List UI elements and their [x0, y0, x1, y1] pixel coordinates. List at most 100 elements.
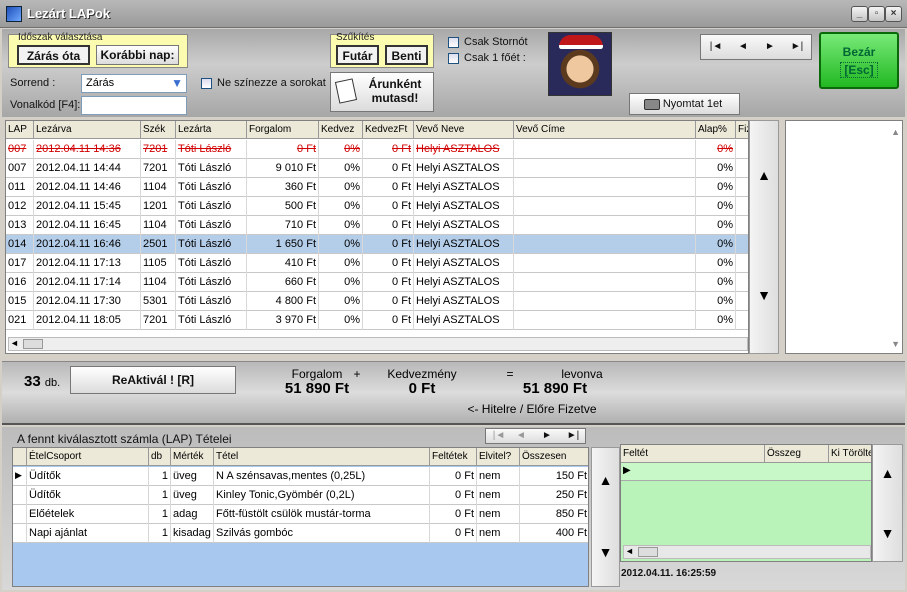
cell-turnover: 9 010 Ft [247, 159, 319, 178]
item-row[interactable]: Napi ajánlat 1 kisadag Szilvás gombóc 0 Ft ne… [13, 524, 588, 543]
column-header[interactable]: LAP [6, 121, 34, 139]
side-scroll-down-icon[interactable]: ▼ [891, 339, 900, 349]
column-header[interactable]: Feltét [621, 445, 765, 463]
cell-turnover: 4 800 Ft [247, 292, 319, 311]
extras-scroll-up-icon[interactable]: ▲ [873, 465, 902, 481]
column-header[interactable]: Ki Törölte [829, 445, 871, 463]
column-header[interactable]: Tétel [214, 448, 430, 466]
inside-button[interactable]: Benti [385, 45, 428, 65]
extras-scroll-thumb[interactable] [638, 547, 658, 557]
cell-unit: üveg [171, 486, 214, 505]
minimize-button[interactable]: _ [851, 6, 868, 22]
column-header[interactable]: Összeg [765, 445, 829, 463]
cell-turnover: 410 Ft [247, 254, 319, 273]
close-button-line2: [Esc] [840, 62, 878, 78]
scroll-thumb[interactable] [23, 339, 43, 349]
table-row[interactable]: 012 2012.04.11 15:45 1201 Tóti László 500 Ft… [6, 197, 748, 216]
horizontal-scrollbar[interactable]: ◄ [8, 337, 748, 351]
table-row[interactable]: 016 2012.04.11 17:14 1104 Tóti László 660 Ft… [6, 273, 748, 292]
item-row[interactable]: ▶ Üdítők 1 üveg N A szénsavas,mentes (0,25L)… [13, 467, 588, 486]
cell-by: Tóti László [176, 159, 247, 178]
cell-disc: 0% [319, 311, 363, 330]
column-header[interactable]: Lezárva [34, 121, 141, 139]
barcode-input[interactable] [81, 96, 187, 115]
prev-record-button[interactable]: ◄ [730, 38, 756, 56]
scroll-up-icon[interactable]: ▲ [750, 167, 778, 183]
items-scroll-down-icon[interactable]: ▼ [592, 544, 619, 560]
table-row[interactable]: 017 2012.04.11 17:13 1105 Tóti László 410 Ft… [6, 254, 748, 273]
table-row[interactable]: 007 2012.04.11 14:36 7201 Tóti László 0 Ft 0%… [6, 140, 748, 159]
user-photo [548, 32, 612, 96]
table-row[interactable]: 021 2012.04.11 18:05 7201 Tóti László 3 970 … [6, 311, 748, 330]
column-header[interactable]: KedvezFt [363, 121, 414, 139]
items-scrollbar[interactable]: ▲ ▼ [591, 447, 620, 587]
earlier-day-button[interactable]: Korábbi nap: [96, 45, 179, 65]
items-scroll-up-icon[interactable]: ▲ [592, 472, 619, 488]
main-table-scrollbar[interactable]: ▲ ▼ [749, 120, 779, 354]
table-row[interactable]: 013 2012.04.11 16:45 1104 Tóti László 710 Ft… [6, 216, 748, 235]
only-storno-checkbox[interactable] [448, 37, 459, 48]
next-record-button[interactable]: ► [757, 38, 783, 56]
column-header[interactable]: Lezárta [176, 121, 247, 139]
items-next-button[interactable]: ► [534, 428, 560, 444]
column-header[interactable]: Feltétek [430, 448, 477, 466]
extras-hscroll[interactable]: ◄ [623, 545, 871, 559]
period-caption: Időszak választása [18, 32, 103, 43]
column-header[interactable]: db [149, 448, 171, 466]
column-header[interactable]: Forgalom [247, 121, 319, 139]
deducted-value: 51 890 Ft [522, 380, 588, 397]
reactivate-button[interactable]: ReAktivál ! [R] [70, 366, 236, 394]
side-scroll-up-icon[interactable]: ▲ [891, 127, 900, 137]
table-row[interactable]: 015 2012.04.11 17:30 5301 Tóti László 4 800 … [6, 292, 748, 311]
column-header[interactable]: ÉtelCsoport [27, 448, 149, 466]
show-by-product-button[interactable]: Árunként mutasd! [330, 72, 434, 112]
column-header[interactable]: Alap% [696, 121, 736, 139]
extras-left-icon[interactable]: ◄ [625, 546, 634, 556]
cell-lap: 011 [6, 178, 34, 197]
since-close-button[interactable]: Zárás óta [17, 45, 90, 65]
column-header[interactable]: Elvitel? [477, 448, 520, 466]
chevron-down-icon[interactable]: ▼ [171, 76, 183, 90]
record-count: 33 db. [24, 373, 60, 390]
close-button[interactable]: Bezár [Esc] [819, 32, 899, 89]
cell-qty: 1 [149, 524, 171, 543]
cell-by: Tóti László [176, 254, 247, 273]
close-window-button[interactable]: × [885, 6, 902, 22]
cell-group: Napi ajánlat [27, 524, 149, 543]
sort-select[interactable]: Zárás ▼ [81, 74, 187, 93]
only-one-person-checkbox[interactable] [448, 53, 459, 64]
extras-row[interactable]: ▶ [621, 463, 871, 481]
table-row[interactable]: 011 2012.04.11 14:46 1104 Tóti László 360 Ft… [6, 178, 748, 197]
extras-scroll-down-icon[interactable]: ▼ [873, 525, 902, 541]
column-header[interactable]: Szék [141, 121, 176, 139]
cell-by: Tóti László [176, 140, 247, 159]
print-one-button[interactable]: Nyomtat 1et [629, 93, 740, 115]
table-row[interactable]: 007 2012.04.11 14:44 7201 Tóti László 9 010 … [6, 159, 748, 178]
column-header[interactable]: Vevő Neve [414, 121, 514, 139]
courier-button[interactable]: Futár [336, 45, 379, 65]
no-color-rows-checkbox[interactable] [201, 78, 212, 89]
item-row[interactable]: Üdítők 1 üveg Kinley Tonic,Gyömbér (0,2L) 0 … [13, 486, 588, 505]
column-header[interactable]: Kedvez [319, 121, 363, 139]
column-header[interactable]: Összesen [520, 448, 588, 466]
column-header[interactable]: Fiz [736, 121, 748, 139]
cell-name: Helyi ASZTALOS [414, 197, 514, 216]
chevron-left-icon[interactable]: ◄ [10, 338, 19, 348]
items-last-button[interactable]: ►| [560, 428, 586, 444]
column-header[interactable]: Vevő Címe [514, 121, 696, 139]
table-row[interactable]: 014 2012.04.11 16:46 2501 Tóti László 1 650 … [6, 235, 748, 254]
show-by-product-label: Árunként mutasd! [368, 77, 422, 105]
maximize-button[interactable]: ▫ [868, 6, 885, 22]
column-header[interactable]: Mérték [171, 448, 214, 466]
cell-base: 0% [696, 254, 736, 273]
extras-scrollbar[interactable]: ▲ ▼ [872, 444, 903, 562]
row-pointer-icon [13, 524, 27, 543]
cell-by: Tóti László [176, 178, 247, 197]
last-record-button[interactable]: ►| [784, 38, 810, 56]
receipt-icon [334, 78, 358, 104]
scroll-down-icon[interactable]: ▼ [750, 287, 778, 303]
first-record-button[interactable]: |◄ [703, 38, 729, 56]
cell-base: 0% [696, 235, 736, 254]
items-prev-button[interactable]: ◄ [508, 428, 534, 444]
item-row[interactable]: Előételek 1 adag Főtt-füstölt csülök mustár… [13, 505, 588, 524]
